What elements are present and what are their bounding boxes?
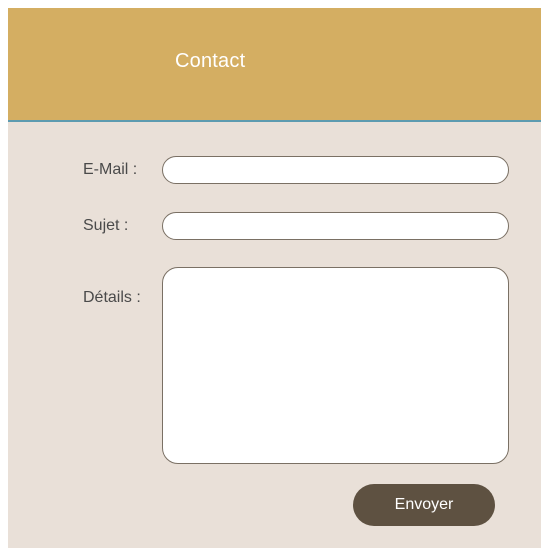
- details-label: Détails :: [83, 289, 141, 306]
- page-title: Contact: [175, 50, 246, 72]
- send-button[interactable]: Envoyer: [353, 484, 495, 526]
- subject-label: Sujet :: [83, 217, 129, 234]
- contact-panel: Contact E-Mail : Sujet : Détails : Envoy…: [8, 8, 541, 548]
- header-bar: Contact: [8, 8, 541, 122]
- subject-field[interactable]: [162, 212, 509, 240]
- details-textarea[interactable]: [162, 267, 509, 464]
- email-label: E-Mail :: [83, 161, 138, 178]
- email-field[interactable]: [162, 156, 509, 184]
